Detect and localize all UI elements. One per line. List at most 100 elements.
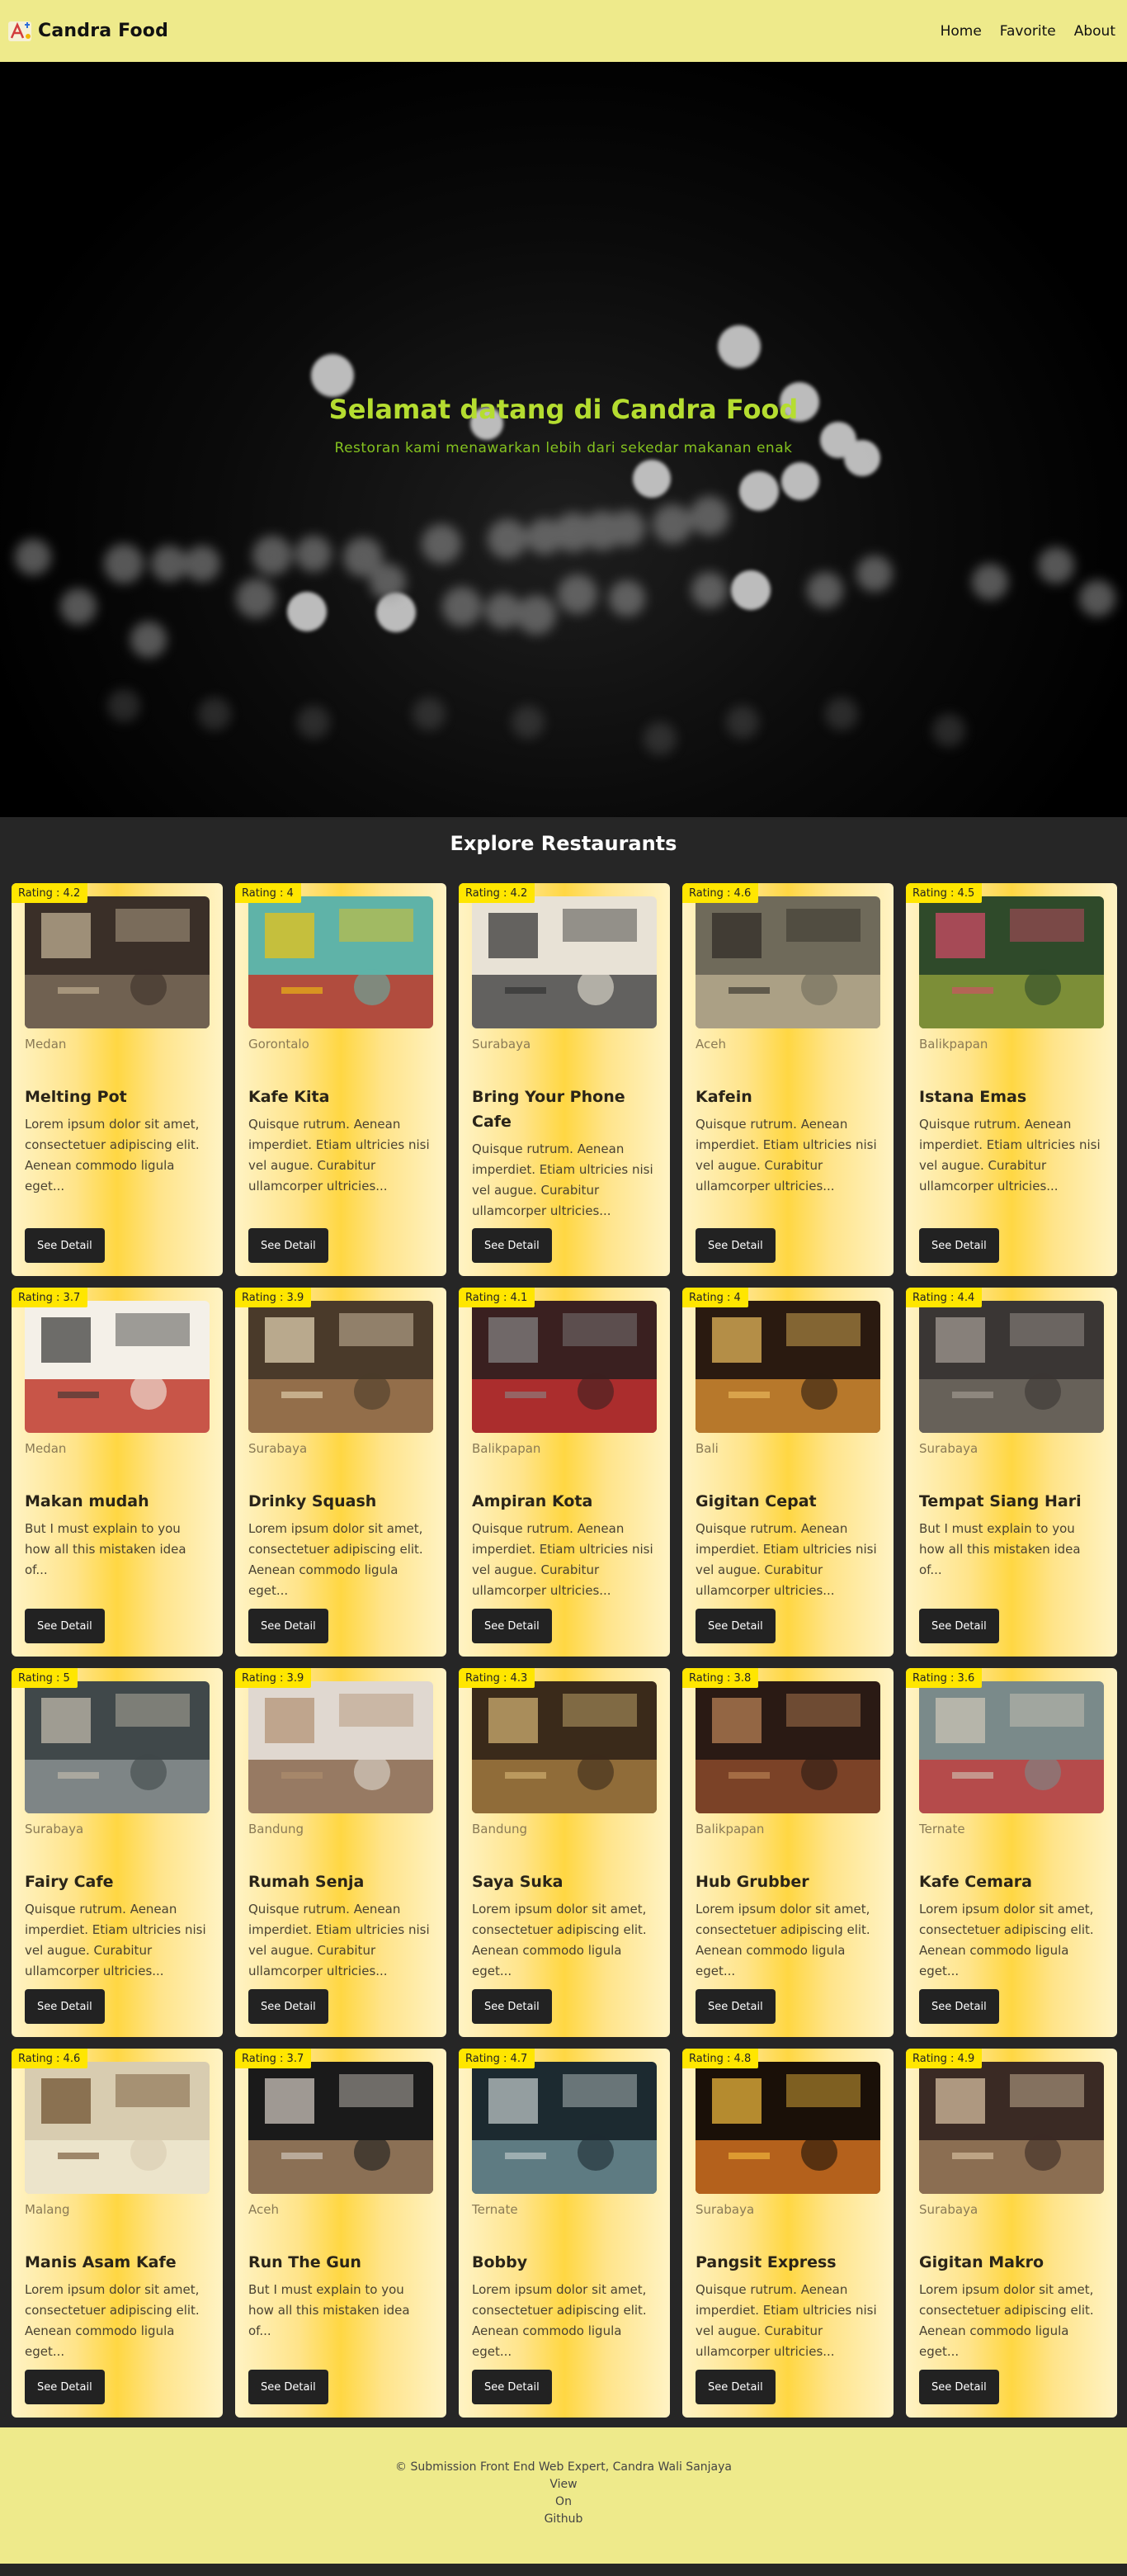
see-detail-button[interactable]: See Detail xyxy=(919,1228,999,1263)
restaurant-description: Lorem ipsum dolor sit amet, consectetuer… xyxy=(472,1902,647,1978)
restaurant-city: Bandung xyxy=(248,1822,304,1836)
restaurant-city: Balikpapan xyxy=(696,1822,765,1836)
see-detail-button[interactable]: See Detail xyxy=(919,1609,999,1643)
restaurant-name[interactable]: Tempat Siang Hari xyxy=(919,1489,1104,1514)
app-footer: © Submission Front End Web Expert, Candr… xyxy=(0,2427,1127,2564)
restaurant-card: Rating : 3.6 Ternate Kafe Cemara Lorem ipsu… xyxy=(906,1668,1117,2037)
restaurant-name[interactable]: Istana Emas xyxy=(919,1085,1104,1109)
restaurant-name[interactable]: Gigitan Cepat xyxy=(696,1489,880,1514)
restaurant-city: Medan xyxy=(25,1441,67,1456)
rating-badge: Rating : 4.5 xyxy=(906,883,983,903)
restaurant-image xyxy=(472,2062,657,2194)
rating-badge: Rating : 5 xyxy=(12,1668,78,1688)
restaurant-image xyxy=(25,896,210,1028)
see-detail-button[interactable]: See Detail xyxy=(472,1228,552,1263)
restaurant-description: Lorem ipsum dolor sit amet, consectetuer… xyxy=(919,1902,1094,1978)
restaurant-city: Bali xyxy=(696,1441,719,1456)
explore-section: Explore Restaurants Rating : 4.2 Medan Mel… xyxy=(0,817,1127,2427)
restaurant-name[interactable]: Hub Grubber xyxy=(696,1869,880,1894)
restaurant-card: Rating : 4 Gorontalo Kafe Kita Quisque rutr… xyxy=(235,883,446,1276)
rating-badge: Rating : 3.6 xyxy=(906,1668,983,1688)
rating-badge: Rating : 4.3 xyxy=(459,1668,535,1688)
see-detail-button[interactable]: See Detail xyxy=(25,1989,105,2024)
restaurant-city: Bandung xyxy=(472,1822,528,1836)
restaurant-description: Quisque rutrum. Aenean imperdiet. Etiam … xyxy=(472,1141,653,1218)
restaurant-image xyxy=(248,896,433,1028)
nav-favorite-link[interactable]: Favorite xyxy=(1000,23,1056,40)
restaurant-name[interactable]: Drinky Squash xyxy=(248,1489,433,1514)
rating-badge: Rating : 4.9 xyxy=(906,2049,983,2068)
restaurant-name[interactable]: Makan mudah xyxy=(25,1489,210,1514)
footer-github-link-line-github[interactable]: Github xyxy=(0,2511,1127,2528)
rating-badge: Rating : 4.7 xyxy=(459,2049,535,2068)
restaurant-city: Balikpapan xyxy=(472,1441,541,1456)
restaurant-image xyxy=(919,1681,1104,1813)
restaurant-image xyxy=(25,1681,210,1813)
restaurant-name[interactable]: Manis Asam Kafe xyxy=(25,2250,210,2275)
restaurant-city: Malang xyxy=(25,2202,70,2217)
rating-badge: Rating : 3.9 xyxy=(235,1668,312,1688)
restaurant-image xyxy=(248,2062,433,2194)
restaurant-card: Rating : 4.6 Aceh Kafein Quisque rutrum. Ae… xyxy=(682,883,894,1276)
restaurant-name[interactable]: Bobby xyxy=(472,2250,657,2275)
restaurant-name[interactable]: Saya Suka xyxy=(472,1869,657,1894)
see-detail-button[interactable]: See Detail xyxy=(696,1989,776,2024)
restaurant-card: Rating : 4.2 Medan Melting Pot Lorem ipsum … xyxy=(12,883,223,1276)
restaurant-city: Surabaya xyxy=(472,1037,531,1052)
brand[interactable]: Candra Food xyxy=(7,18,168,45)
restaurant-name[interactable]: Bring Your Phone Cafe xyxy=(472,1085,657,1134)
see-detail-button[interactable]: See Detail xyxy=(248,1989,328,2024)
see-detail-button[interactable]: See Detail xyxy=(25,2370,105,2404)
restaurant-image xyxy=(472,1681,657,1813)
see-detail-button[interactable]: See Detail xyxy=(919,1989,999,2024)
see-detail-button[interactable]: See Detail xyxy=(696,1609,776,1643)
see-detail-button[interactable]: See Detail xyxy=(248,1609,328,1643)
see-detail-button[interactable]: See Detail xyxy=(472,1989,552,2024)
see-detail-button[interactable]: See Detail xyxy=(25,1228,105,1263)
restaurant-card: Rating : 3.8 Balikpapan Hub Grubber Lorem i… xyxy=(682,1668,894,2037)
restaurant-city: Balikpapan xyxy=(919,1037,988,1052)
see-detail-button[interactable]: See Detail xyxy=(696,2370,776,2404)
see-detail-button[interactable]: See Detail xyxy=(25,1609,105,1643)
hero: Selamat datang di Candra Food Restoran k… xyxy=(0,62,1127,817)
restaurant-name[interactable]: Run The Gun xyxy=(248,2250,433,2275)
see-detail-button[interactable]: See Detail xyxy=(248,1228,328,1263)
restaurant-name[interactable]: Kafe Cemara xyxy=(919,1869,1104,1894)
hero-title: Selamat datang di Candra Food xyxy=(328,394,799,425)
restaurant-name[interactable]: Kafe Kita xyxy=(248,1085,433,1109)
rating-badge: Rating : 4 xyxy=(682,1288,748,1307)
restaurant-description: Quisque rutrum. Aenean imperdiet. Etiam … xyxy=(472,1521,653,1598)
restaurant-city: Ternate xyxy=(919,1822,965,1836)
see-detail-button[interactable]: See Detail xyxy=(919,2370,999,2404)
see-detail-button[interactable]: See Detail xyxy=(248,2370,328,2404)
nav-home-link[interactable]: Home xyxy=(941,23,982,40)
restaurant-name[interactable]: Ampiran Kota xyxy=(472,1489,657,1514)
footer-github-link-line-view[interactable]: View xyxy=(0,2476,1127,2493)
restaurant-description: Quisque rutrum. Aenean imperdiet. Etiam … xyxy=(696,1521,877,1598)
restaurant-city: Gorontalo xyxy=(248,1037,309,1052)
nav-about-link[interactable]: About xyxy=(1074,23,1115,40)
restaurant-name[interactable]: Gigitan Makro xyxy=(919,2250,1104,2275)
restaurant-name[interactable]: Rumah Senja xyxy=(248,1869,433,1894)
restaurant-image xyxy=(25,2062,210,2194)
restaurant-description: Quisque rutrum. Aenean imperdiet. Etiam … xyxy=(696,1117,877,1193)
hero-subtitle: Restoran kami menawarkan lebih dari seke… xyxy=(334,440,793,456)
rating-badge: Rating : 3.8 xyxy=(682,1668,759,1688)
restaurant-description: Lorem ipsum dolor sit amet, consectetuer… xyxy=(25,2282,200,2359)
restaurant-card: Rating : 4.7 Ternate Bobby Lorem ipsum dolo… xyxy=(459,2049,670,2418)
restaurant-card: Rating : 4.6 Malang Manis Asam Kafe Lorem i… xyxy=(12,2049,223,2418)
restaurant-city: Medan xyxy=(25,1037,67,1052)
restaurant-name[interactable]: Pangsit Express xyxy=(696,2250,880,2275)
see-detail-button[interactable]: See Detail xyxy=(472,1609,552,1643)
see-detail-button[interactable]: See Detail xyxy=(472,2370,552,2404)
restaurant-card: Rating : 4.8 Surabaya Pangsit Express Quisq… xyxy=(682,2049,894,2418)
footer-github-link-line-on[interactable]: On xyxy=(0,2493,1127,2511)
restaurant-description: Quisque rutrum. Aenean imperdiet. Etiam … xyxy=(919,1117,1101,1193)
restaurant-image xyxy=(472,1301,657,1433)
restaurant-card: Rating : 4.4 Surabaya Tempat Siang Hari But… xyxy=(906,1288,1117,1657)
restaurant-name[interactable]: Kafein xyxy=(696,1085,880,1109)
app-header: Candra Food Home Favorite About xyxy=(0,0,1127,62)
restaurant-name[interactable]: Fairy Cafe xyxy=(25,1869,210,1894)
see-detail-button[interactable]: See Detail xyxy=(696,1228,776,1263)
restaurant-name[interactable]: Melting Pot xyxy=(25,1085,210,1109)
